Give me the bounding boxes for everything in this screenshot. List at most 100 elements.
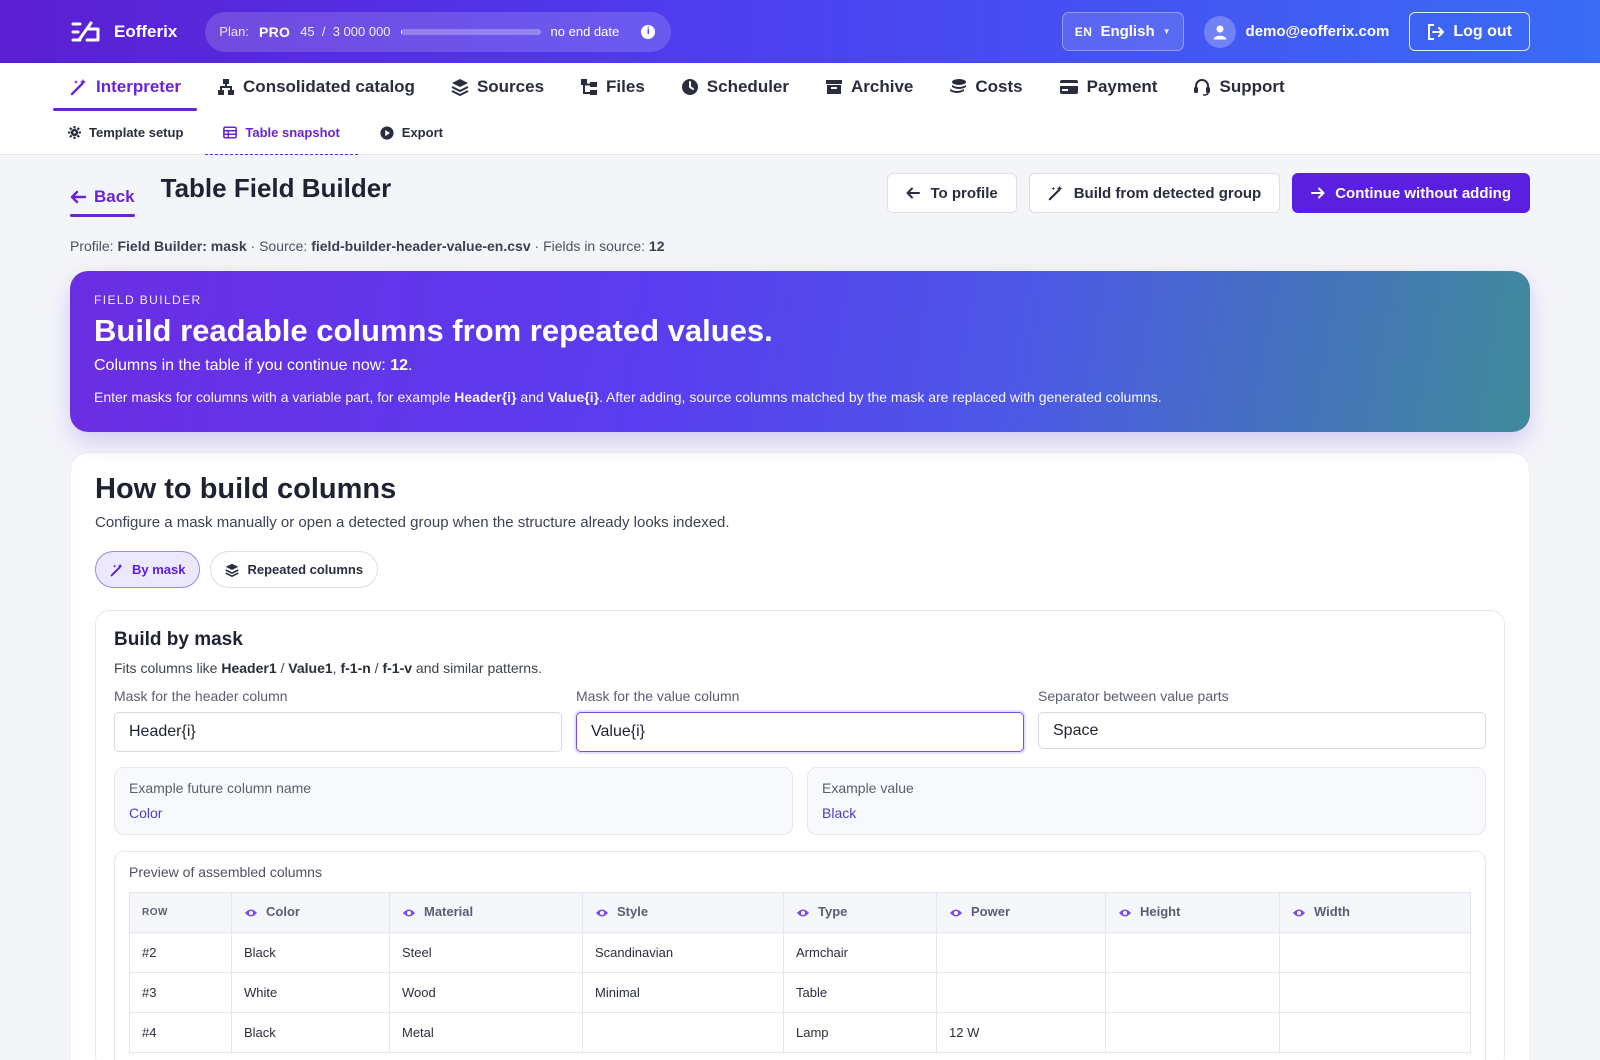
eye-icon[interactable] xyxy=(796,906,810,921)
profile-value: Field Builder: mask xyxy=(117,238,247,254)
sub-nav: Template setup Table snapshot Export xyxy=(0,111,1600,155)
tab-export[interactable]: Export xyxy=(380,111,443,155)
nav-item-costs[interactable]: Costs xyxy=(932,63,1038,111)
plan-usage-bar xyxy=(400,28,541,35)
eye-icon[interactable] xyxy=(402,906,416,921)
hero-desc-pre: Enter masks for columns with a variable … xyxy=(94,389,451,405)
nav-item-consolidated-catalog[interactable]: Consolidated catalog xyxy=(200,63,431,111)
separator-field: Separator between value parts xyxy=(1038,688,1486,752)
source-label: Source: xyxy=(259,238,308,254)
howto-subtitle: Configure a mask manually or open a dete… xyxy=(95,514,730,531)
table-row: #2 Black Steel Scandinavian Armchair xyxy=(129,932,1471,973)
eye-icon[interactable] xyxy=(949,906,963,921)
hero-desc-and: and xyxy=(520,389,544,405)
howto-title: How to build columns xyxy=(95,473,397,505)
preview-table: ROW Color Material Style Type Power Heig… xyxy=(129,892,1471,1053)
table-cell xyxy=(1105,932,1280,973)
logout-button[interactable]: Log out xyxy=(1409,12,1530,51)
nav-label: Scheduler xyxy=(706,77,789,96)
column-header-type[interactable]: Type xyxy=(783,892,937,933)
brand[interactable]: Eofferix xyxy=(70,19,177,45)
tab-label: Template setup xyxy=(89,125,184,140)
continue-without-adding-button[interactable]: Continue without adding xyxy=(1292,173,1530,213)
magic-wand-icon xyxy=(110,563,123,576)
table-cell: Wood xyxy=(389,972,583,1013)
table-cell: Armchair xyxy=(783,932,937,973)
table-cell: #3 xyxy=(129,972,232,1013)
main-nav: Interpreter Consolidated catalog Sources… xyxy=(0,63,1600,111)
headset-icon xyxy=(1194,79,1211,96)
credit-card-icon xyxy=(1059,80,1078,94)
language-code: EN xyxy=(1074,24,1093,39)
column-header-power[interactable]: Power xyxy=(936,892,1106,933)
preview-title: Preview of assembled columns xyxy=(129,864,322,880)
example-value: Example value Black xyxy=(807,767,1486,835)
hero-columns-value: 12 xyxy=(390,357,408,374)
table-cell: Table xyxy=(783,972,937,1013)
table-cell: Metal xyxy=(389,1012,583,1053)
to-profile-button[interactable]: To profile xyxy=(887,173,1017,213)
nav-label: Sources xyxy=(476,77,545,96)
column-header-width[interactable]: Width xyxy=(1279,892,1471,933)
plan-widget: Plan: PRO 45 / 3 000 000 no end date i xyxy=(205,11,672,52)
table-cell xyxy=(1105,972,1280,1013)
column-header-row: ROW xyxy=(129,892,232,933)
header-mask-label: Mask for the header column xyxy=(114,688,288,704)
column-header-style[interactable]: Style xyxy=(582,892,784,933)
example-value-value: Black xyxy=(822,805,857,821)
hero-desc-mask1: Header{i} xyxy=(454,389,517,405)
layers-icon xyxy=(225,563,240,577)
table-cell xyxy=(1279,1012,1471,1053)
column-header-height[interactable]: Height xyxy=(1105,892,1280,933)
howto-card: How to build columns Configure a mask ma… xyxy=(70,452,1530,1060)
info-icon[interactable]: i xyxy=(641,24,656,39)
nav-item-payment[interactable]: Payment xyxy=(1042,63,1174,111)
arrow-left-icon xyxy=(906,187,921,199)
nav-item-files[interactable]: Files xyxy=(563,63,661,111)
column-header-color[interactable]: Color xyxy=(231,892,390,933)
column-header-material[interactable]: Material xyxy=(389,892,583,933)
user-menu[interactable]: demo@eofferix.com xyxy=(1203,15,1390,48)
plan-end-date: no end date xyxy=(550,24,620,39)
plan-name: PRO xyxy=(258,23,291,40)
top-bar: Eofferix Plan: PRO 45 / 3 000 000 no end… xyxy=(0,0,1600,63)
mode-repeated-columns-button[interactable]: Repeated columns xyxy=(210,551,379,588)
plan-label: Plan: xyxy=(219,24,249,39)
nav-item-scheduler[interactable]: Scheduler xyxy=(664,63,805,111)
value-mask-input[interactable] xyxy=(576,712,1024,752)
user-email: demo@eofferix.com xyxy=(1245,23,1390,40)
build-from-group-button[interactable]: Build from detected group xyxy=(1028,173,1281,213)
tab-label: Export xyxy=(401,125,443,140)
hint-post: and similar patterns. xyxy=(415,660,542,676)
nav-item-sources[interactable]: Sources xyxy=(434,63,560,111)
language-selector[interactable]: EN English ▼ xyxy=(1061,12,1184,51)
mode-label: Repeated columns xyxy=(247,562,364,577)
eye-icon[interactable] xyxy=(595,906,609,921)
hero-kicker: FIELD BUILDER xyxy=(94,293,202,307)
header-mask-field: Mask for the header column xyxy=(114,688,562,752)
table-cell: Steel xyxy=(389,932,583,973)
column-header-label: Material xyxy=(424,904,474,919)
separator-input[interactable] xyxy=(1038,712,1486,749)
header-mask-input[interactable] xyxy=(114,712,562,752)
nav-item-support[interactable]: Support xyxy=(1176,63,1300,111)
mode-by-mask-button[interactable]: By mask xyxy=(95,551,201,588)
nav-item-archive[interactable]: Archive xyxy=(808,63,929,111)
hint-b: Value1 xyxy=(288,660,333,676)
table-icon xyxy=(223,126,238,139)
column-header-label: Color xyxy=(266,904,300,919)
eye-icon[interactable] xyxy=(244,906,258,921)
tab-table-snapshot[interactable]: Table snapshot xyxy=(205,111,359,155)
nav-item-interpreter[interactable]: Interpreter xyxy=(53,63,198,111)
table-cell: Lamp xyxy=(783,1012,937,1053)
table-cell xyxy=(936,972,1106,1013)
eye-icon[interactable] xyxy=(1292,906,1306,921)
back-button[interactable]: Back xyxy=(70,177,135,217)
continue-label: Continue without adding xyxy=(1335,184,1511,202)
tab-template-setup[interactable]: Template setup xyxy=(68,111,183,155)
eye-icon[interactable] xyxy=(1118,906,1132,921)
table-cell: Scandinavian xyxy=(582,932,784,973)
value-mask-label: Mask for the value column xyxy=(576,688,740,704)
separator-label: Separator between value parts xyxy=(1038,688,1229,704)
hint-d: f-1-v xyxy=(382,660,413,676)
